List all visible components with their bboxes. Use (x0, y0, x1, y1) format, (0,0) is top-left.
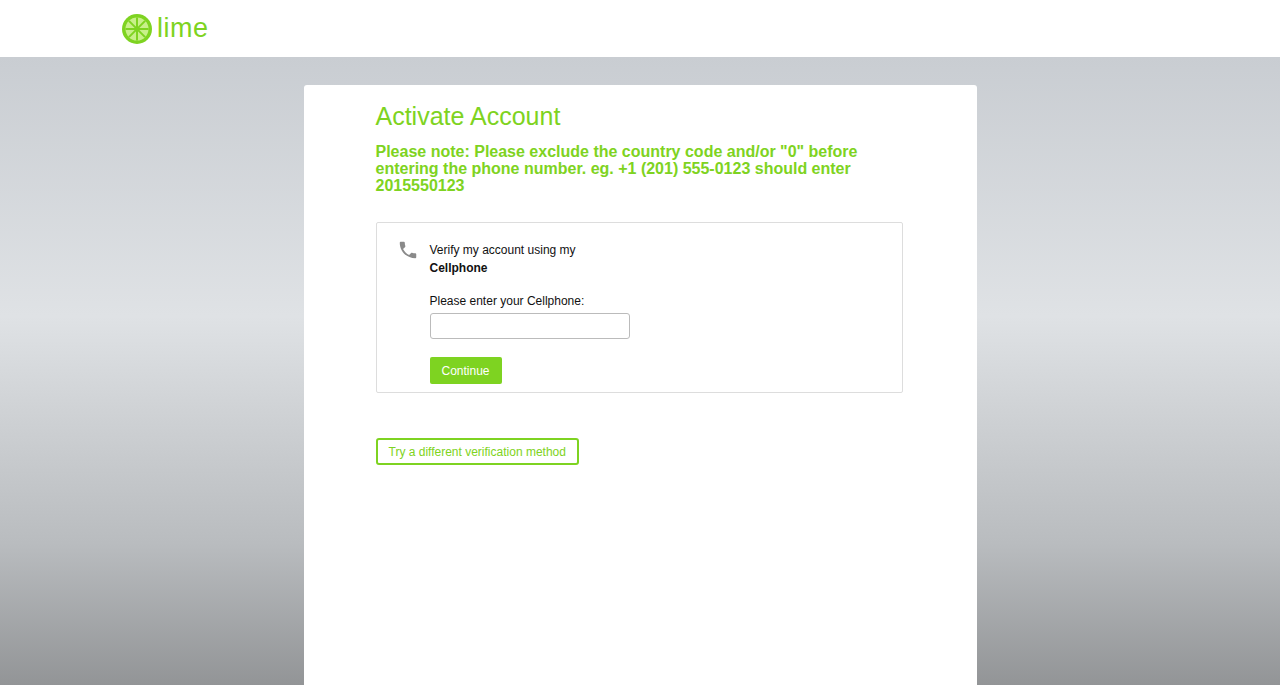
lime-slice-icon (121, 13, 153, 45)
activate-card: Activate Account Please note: Please excl… (304, 85, 977, 685)
method-name: Cellphone (430, 259, 488, 277)
phone-icon (397, 239, 419, 261)
logo-text: lime (157, 13, 209, 44)
cellphone-input[interactable] (430, 313, 630, 339)
method-intro: Verify my account using my (430, 241, 576, 259)
header: lime (0, 0, 1280, 57)
different-method-button[interactable]: Try a different verification method (376, 438, 579, 465)
phone-note: Please note: Please exclude the country … (376, 143, 903, 194)
lime-logo[interactable]: lime (121, 13, 209, 45)
continue-button[interactable]: Continue (430, 357, 502, 384)
background-photo: Activate Account Please note: Please excl… (0, 57, 1280, 685)
page-title: Activate Account (376, 101, 903, 131)
verification-form: Verify my account using myCellphone Pleas… (430, 239, 630, 384)
field-label: Please enter your Cellphone: (430, 293, 585, 309)
verification-box: Verify my account using myCellphone Pleas… (376, 222, 903, 393)
page: lime Activate Account Please note: Please … (0, 0, 1280, 685)
